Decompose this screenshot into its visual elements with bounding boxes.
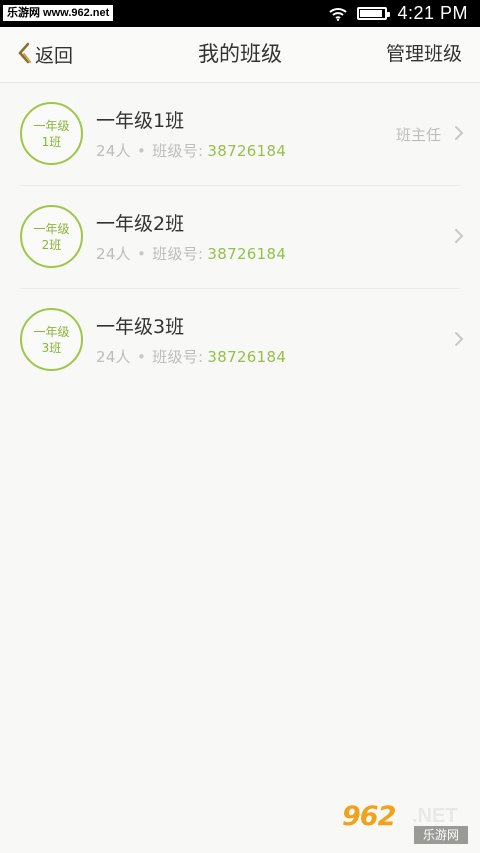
class-badge: 一年级 2班 bbox=[20, 205, 83, 268]
class-badge: 一年级 1班 bbox=[20, 102, 83, 165]
student-count: 24人 bbox=[96, 348, 131, 366]
class-id-label: 班级号: bbox=[152, 348, 204, 366]
chevron-right-icon bbox=[454, 125, 464, 145]
class-row[interactable]: 一年级 2班 一年级2班 24人 • 班级号: 38726184 bbox=[0, 186, 480, 289]
wifi-icon bbox=[329, 7, 348, 21]
logo-number: 962 bbox=[342, 801, 396, 832]
class-id-label: 班级号: bbox=[152, 245, 204, 263]
class-list: 一年级 1班 一年级1班 24人 • 班级号: 38726184 班主任 一年级 2班… bbox=[0, 83, 480, 392]
class-name: 一年级1班 bbox=[96, 110, 185, 132]
student-count: 24人 bbox=[96, 142, 131, 160]
separator-dot: • bbox=[137, 142, 147, 160]
separator-dot: • bbox=[137, 245, 147, 263]
logo-suffix: .NET bbox=[412, 805, 458, 827]
class-name: 一年级2班 bbox=[96, 213, 185, 235]
logo-cn-label: 乐游网 bbox=[414, 826, 468, 844]
class-meta: 24人 • 班级号: 38726184 bbox=[96, 243, 286, 264]
chevron-right-icon bbox=[454, 331, 464, 351]
badge-class: 3班 bbox=[41, 340, 62, 355]
back-label: 返回 bbox=[35, 45, 74, 67]
badge-grade: 一年级 bbox=[33, 221, 70, 236]
separator-dot: • bbox=[137, 348, 147, 366]
class-row[interactable]: 一年级 1班 一年级1班 24人 • 班级号: 38726184 班主任 bbox=[0, 83, 480, 186]
badge-grade: 一年级 bbox=[33, 324, 70, 339]
class-id-value: 38726184 bbox=[207, 348, 287, 366]
watermark-label: 乐游网 www.962.net bbox=[3, 5, 114, 21]
class-id-value: 38726184 bbox=[207, 142, 287, 160]
status-time: 4:21 PM bbox=[397, 3, 468, 23]
badge-class: 2班 bbox=[41, 237, 62, 252]
class-id-value: 38726184 bbox=[207, 245, 287, 263]
class-badge: 一年级 3班 bbox=[20, 308, 83, 371]
badge-grade: 一年级 bbox=[33, 118, 70, 133]
battery-icon bbox=[357, 7, 391, 20]
class-meta: 24人 • 班级号: 38726184 bbox=[96, 346, 286, 367]
nav-bar: 返回 我的班级 管理班级 bbox=[0, 27, 480, 83]
chevron-right-icon bbox=[454, 228, 464, 248]
battery-level bbox=[360, 10, 382, 17]
class-id-label: 班级号: bbox=[152, 142, 204, 160]
manage-classes-button[interactable]: 管理班级 bbox=[386, 27, 462, 82]
status-icons: 4:21 PM bbox=[329, 0, 468, 27]
site-watermark-logo: 962 .NET 乐游网 bbox=[342, 801, 472, 847]
student-count: 24人 bbox=[96, 245, 131, 263]
class-row[interactable]: 一年级 3班 一年级3班 24人 • 班级号: 38726184 bbox=[0, 289, 480, 392]
role-label: 班主任 bbox=[395, 126, 441, 144]
back-button[interactable]: 返回 bbox=[16, 27, 73, 82]
class-name: 一年级3班 bbox=[96, 316, 185, 338]
status-bar: 乐游网 www.962.net 4:21 PM bbox=[0, 0, 480, 27]
class-meta: 24人 • 班级号: 38726184 bbox=[96, 140, 286, 161]
badge-class: 1班 bbox=[41, 134, 62, 149]
back-arrow-icon bbox=[16, 42, 32, 68]
